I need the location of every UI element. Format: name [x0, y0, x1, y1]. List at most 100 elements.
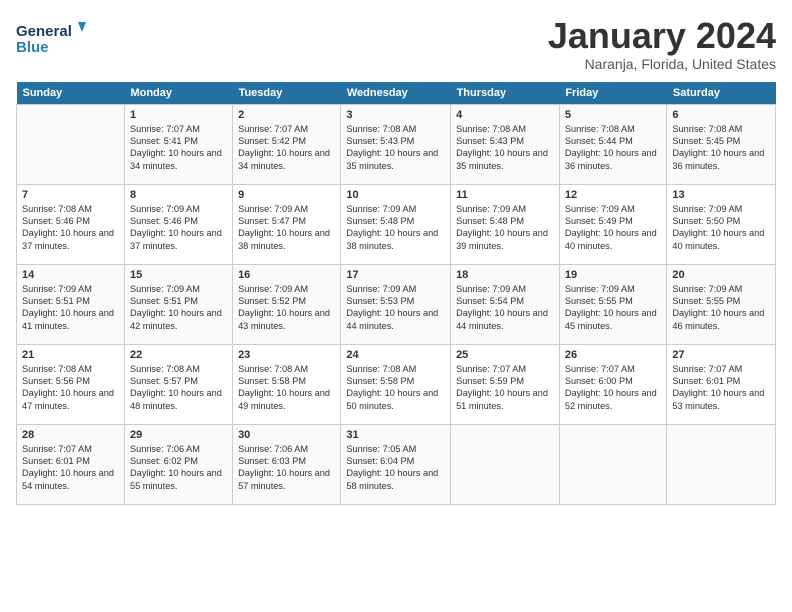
date-number: 22 [130, 349, 227, 361]
date-number: 8 [130, 189, 227, 201]
cell-2-6: 20 Sunrise: 7:09 AMSunset: 5:55 PMDaylig… [667, 264, 776, 344]
cell-info: Sunrise: 7:08 AMSunset: 5:44 PMDaylight:… [565, 124, 657, 171]
cell-1-2: 9 Sunrise: 7:09 AMSunset: 5:47 PMDayligh… [233, 184, 341, 264]
cell-info: Sunrise: 7:06 AMSunset: 6:03 PMDaylight:… [238, 444, 330, 491]
calendar-table: Sunday Monday Tuesday Wednesday Thursday… [16, 82, 776, 505]
date-number: 16 [238, 269, 335, 281]
date-number: 30 [238, 429, 335, 441]
cell-info: Sunrise: 7:08 AMSunset: 5:58 PMDaylight:… [346, 364, 438, 411]
cell-4-6 [667, 424, 776, 504]
cell-4-2: 30 Sunrise: 7:06 AMSunset: 6:03 PMDaylig… [233, 424, 341, 504]
cell-2-2: 16 Sunrise: 7:09 AMSunset: 5:52 PMDaylig… [233, 264, 341, 344]
cell-0-0 [17, 104, 125, 184]
cell-3-3: 24 Sunrise: 7:08 AMSunset: 5:58 PMDaylig… [341, 344, 451, 424]
cell-info: Sunrise: 7:09 AMSunset: 5:48 PMDaylight:… [346, 204, 438, 251]
cell-0-1: 1 Sunrise: 7:07 AMSunset: 5:41 PMDayligh… [124, 104, 232, 184]
month-title: January 2024 [548, 16, 776, 56]
cell-3-6: 27 Sunrise: 7:07 AMSunset: 6:01 PMDaylig… [667, 344, 776, 424]
cell-info: Sunrise: 7:08 AMSunset: 5:46 PMDaylight:… [22, 204, 114, 251]
date-number: 17 [346, 269, 445, 281]
cell-1-4: 11 Sunrise: 7:09 AMSunset: 5:48 PMDaylig… [451, 184, 560, 264]
week-row-2: 7 Sunrise: 7:08 AMSunset: 5:46 PMDayligh… [17, 184, 776, 264]
cell-0-6: 6 Sunrise: 7:08 AMSunset: 5:45 PMDayligh… [667, 104, 776, 184]
date-number: 14 [22, 269, 119, 281]
cell-info: Sunrise: 7:09 AMSunset: 5:48 PMDaylight:… [456, 204, 548, 251]
cell-info: Sunrise: 7:08 AMSunset: 5:56 PMDaylight:… [22, 364, 114, 411]
date-number: 27 [672, 349, 770, 361]
date-number: 5 [565, 109, 662, 121]
cell-info: Sunrise: 7:09 AMSunset: 5:52 PMDaylight:… [238, 284, 330, 331]
cell-0-5: 5 Sunrise: 7:08 AMSunset: 5:44 PMDayligh… [559, 104, 667, 184]
cell-1-3: 10 Sunrise: 7:09 AMSunset: 5:48 PMDaylig… [341, 184, 451, 264]
cell-3-4: 25 Sunrise: 7:07 AMSunset: 5:59 PMDaylig… [451, 344, 560, 424]
cell-info: Sunrise: 7:08 AMSunset: 5:57 PMDaylight:… [130, 364, 222, 411]
date-number: 29 [130, 429, 227, 441]
cell-4-0: 28 Sunrise: 7:07 AMSunset: 6:01 PMDaylig… [17, 424, 125, 504]
svg-text:General: General [16, 23, 72, 40]
cell-4-1: 29 Sunrise: 7:06 AMSunset: 6:02 PMDaylig… [124, 424, 232, 504]
cell-info: Sunrise: 7:08 AMSunset: 5:58 PMDaylight:… [238, 364, 330, 411]
logo-svg: General Blue [16, 16, 86, 60]
cell-info: Sunrise: 7:08 AMSunset: 5:43 PMDaylight:… [346, 124, 438, 171]
cell-info: Sunrise: 7:07 AMSunset: 5:42 PMDaylight:… [238, 124, 330, 171]
cell-info: Sunrise: 7:09 AMSunset: 5:53 PMDaylight:… [346, 284, 438, 331]
date-number: 3 [346, 109, 445, 121]
cell-2-1: 15 Sunrise: 7:09 AMSunset: 5:51 PMDaylig… [124, 264, 232, 344]
col-thursday: Thursday [451, 82, 560, 105]
cell-2-5: 19 Sunrise: 7:09 AMSunset: 5:55 PMDaylig… [559, 264, 667, 344]
date-number: 1 [130, 109, 227, 121]
date-number: 2 [238, 109, 335, 121]
date-number: 4 [456, 109, 554, 121]
cell-info: Sunrise: 7:07 AMSunset: 5:59 PMDaylight:… [456, 364, 548, 411]
date-number: 25 [456, 349, 554, 361]
cell-info: Sunrise: 7:09 AMSunset: 5:46 PMDaylight:… [130, 204, 222, 251]
cell-2-0: 14 Sunrise: 7:09 AMSunset: 5:51 PMDaylig… [17, 264, 125, 344]
week-row-5: 28 Sunrise: 7:07 AMSunset: 6:01 PMDaylig… [17, 424, 776, 504]
col-wednesday: Wednesday [341, 82, 451, 105]
header-row: Sunday Monday Tuesday Wednesday Thursday… [17, 82, 776, 105]
date-number: 12 [565, 189, 662, 201]
svg-text:Blue: Blue [16, 39, 49, 56]
date-number: 23 [238, 349, 335, 361]
date-number: 26 [565, 349, 662, 361]
cell-0-4: 4 Sunrise: 7:08 AMSunset: 5:43 PMDayligh… [451, 104, 560, 184]
cell-4-5 [559, 424, 667, 504]
col-friday: Friday [559, 82, 667, 105]
cell-3-0: 21 Sunrise: 7:08 AMSunset: 5:56 PMDaylig… [17, 344, 125, 424]
col-tuesday: Tuesday [233, 82, 341, 105]
header-area: General Blue January 2024 Naranja, Flori… [16, 16, 776, 72]
cell-info: Sunrise: 7:09 AMSunset: 5:51 PMDaylight:… [22, 284, 114, 331]
date-number: 28 [22, 429, 119, 441]
date-number: 21 [22, 349, 119, 361]
date-number: 20 [672, 269, 770, 281]
week-row-1: 1 Sunrise: 7:07 AMSunset: 5:41 PMDayligh… [17, 104, 776, 184]
cell-info: Sunrise: 7:09 AMSunset: 5:47 PMDaylight:… [238, 204, 330, 251]
cell-3-2: 23 Sunrise: 7:08 AMSunset: 5:58 PMDaylig… [233, 344, 341, 424]
logo: General Blue [16, 16, 86, 60]
cell-0-2: 2 Sunrise: 7:07 AMSunset: 5:42 PMDayligh… [233, 104, 341, 184]
date-number: 15 [130, 269, 227, 281]
date-number: 19 [565, 269, 662, 281]
cell-4-4 [451, 424, 560, 504]
cell-info: Sunrise: 7:07 AMSunset: 6:01 PMDaylight:… [672, 364, 764, 411]
cell-info: Sunrise: 7:06 AMSunset: 6:02 PMDaylight:… [130, 444, 222, 491]
cell-0-3: 3 Sunrise: 7:08 AMSunset: 5:43 PMDayligh… [341, 104, 451, 184]
date-number: 18 [456, 269, 554, 281]
cell-1-0: 7 Sunrise: 7:08 AMSunset: 5:46 PMDayligh… [17, 184, 125, 264]
date-number: 13 [672, 189, 770, 201]
cell-info: Sunrise: 7:09 AMSunset: 5:55 PMDaylight:… [672, 284, 764, 331]
week-row-4: 21 Sunrise: 7:08 AMSunset: 5:56 PMDaylig… [17, 344, 776, 424]
cell-info: Sunrise: 7:08 AMSunset: 5:43 PMDaylight:… [456, 124, 548, 171]
date-number: 6 [672, 109, 770, 121]
cell-info: Sunrise: 7:09 AMSunset: 5:55 PMDaylight:… [565, 284, 657, 331]
date-number: 7 [22, 189, 119, 201]
cell-4-3: 31 Sunrise: 7:05 AMSunset: 6:04 PMDaylig… [341, 424, 451, 504]
week-row-3: 14 Sunrise: 7:09 AMSunset: 5:51 PMDaylig… [17, 264, 776, 344]
cell-info: Sunrise: 7:09 AMSunset: 5:50 PMDaylight:… [672, 204, 764, 251]
date-number: 11 [456, 189, 554, 201]
date-number: 10 [346, 189, 445, 201]
cell-1-6: 13 Sunrise: 7:09 AMSunset: 5:50 PMDaylig… [667, 184, 776, 264]
col-monday: Monday [124, 82, 232, 105]
cell-info: Sunrise: 7:08 AMSunset: 5:45 PMDaylight:… [672, 124, 764, 171]
cell-info: Sunrise: 7:05 AMSunset: 6:04 PMDaylight:… [346, 444, 438, 491]
